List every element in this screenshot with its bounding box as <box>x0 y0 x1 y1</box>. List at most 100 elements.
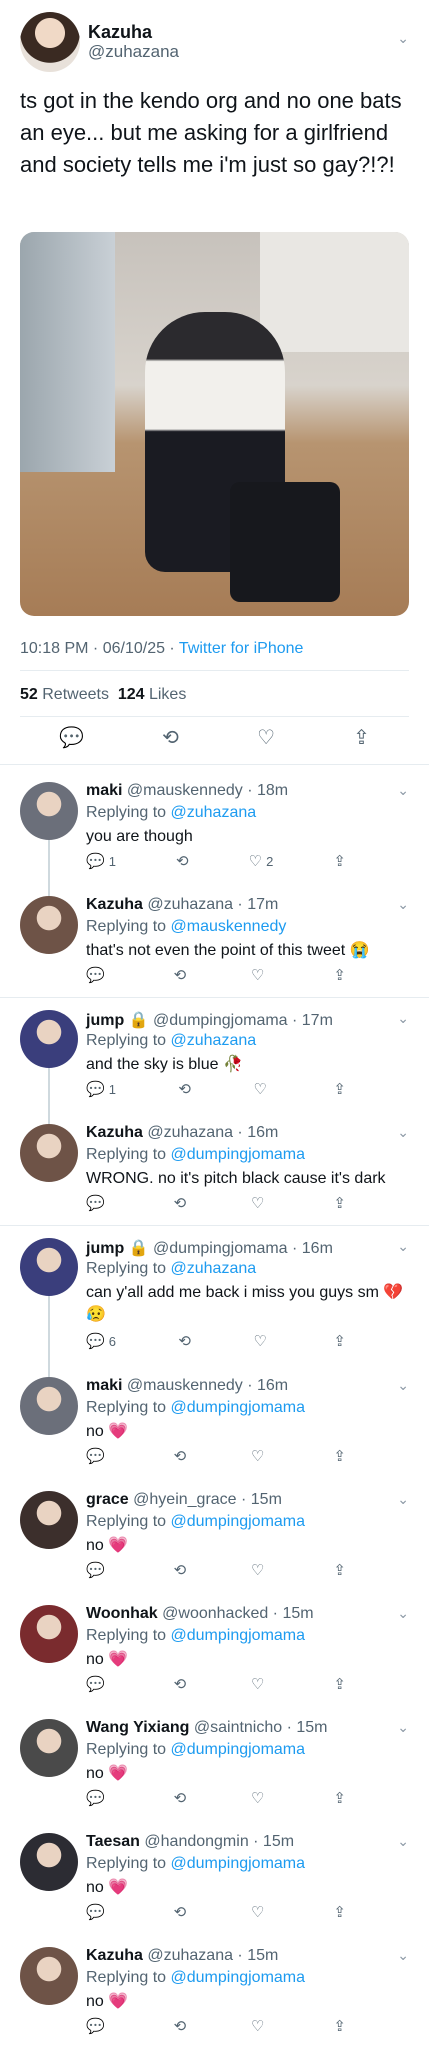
avatar[interactable] <box>20 1124 78 1182</box>
reply-author[interactable]: Kazuha @zuhazana · 15m <box>86 1947 278 1965</box>
reply-author-name[interactable]: Kazuha <box>86 1947 143 1964</box>
like-button[interactable]: ♡ <box>251 1905 268 1920</box>
reply-author[interactable]: Woonhak @woonhacked · 15m <box>86 1605 314 1623</box>
retweet-count[interactable]: 52 <box>20 686 38 703</box>
reply-button[interactable]: 💬 <box>86 1791 109 1806</box>
reply-author-name[interactable]: jump 🔒 <box>86 1240 149 1257</box>
replying-handle[interactable]: @dumpingjomama <box>171 1513 306 1530</box>
retweet-button[interactable]: ⟲ <box>176 854 189 869</box>
reply-author-name[interactable]: grace <box>86 1491 129 1508</box>
chevron-down-icon[interactable]: ⌄ <box>397 1605 409 1622</box>
avatar[interactable] <box>20 1377 78 1435</box>
chevron-down-icon[interactable]: ⌄ <box>397 1377 409 1394</box>
retweet-button[interactable]: ⟲ <box>178 1334 191 1349</box>
retweet-button[interactable]: ⟲ <box>174 968 187 983</box>
chevron-down-icon[interactable]: ⌄ <box>397 896 409 913</box>
reply-author-name[interactable]: maki <box>86 1377 122 1394</box>
reply-icon[interactable]: 💬 <box>59 728 84 748</box>
reply-author-name[interactable]: jump 🔒 <box>86 1012 149 1029</box>
replying-handle[interactable]: @mauskennedy <box>171 918 287 935</box>
reply-author[interactable]: jump 🔒 @dumpingjomama · 16m <box>86 1238 333 1258</box>
retweet-button[interactable]: ⟲ <box>178 1082 191 1097</box>
like-button[interactable]: ♡ <box>251 1677 268 1692</box>
share-button[interactable]: ⇪ <box>333 1082 346 1097</box>
chevron-down-icon[interactable]: ⌄ <box>397 1238 409 1255</box>
tweet-source[interactable]: Twitter for iPhone <box>179 640 304 657</box>
replying-handle[interactable]: @dumpingjomama <box>171 1855 306 1872</box>
chevron-down-icon[interactable]: ⌄ <box>397 1010 409 1027</box>
reply-button[interactable]: 💬 1 <box>86 1082 116 1097</box>
reply-author[interactable]: Taesan @handongmin · 15m <box>86 1833 294 1851</box>
chevron-down-icon[interactable]: ⌄ <box>397 1833 409 1850</box>
avatar[interactable] <box>20 1010 78 1068</box>
avatar[interactable] <box>20 896 78 954</box>
share-button[interactable]: ⇪ <box>333 968 346 983</box>
retweet-button[interactable]: ⟲ <box>174 1791 187 1806</box>
avatar[interactable] <box>20 1238 78 1296</box>
share-button[interactable]: ⇪ <box>333 2019 346 2034</box>
replying-handle[interactable]: @zuhazana <box>171 804 257 821</box>
reply-button[interactable]: 💬 6 <box>86 1334 116 1349</box>
share-button[interactable]: ⇪ <box>333 1563 346 1578</box>
reply-author-name[interactable]: maki <box>86 782 122 799</box>
like-count[interactable]: 124 <box>118 686 145 703</box>
reply-button[interactable]: 💬 <box>86 1563 109 1578</box>
tweet-photo[interactable] <box>20 232 409 616</box>
replying-handle[interactable]: @dumpingjomama <box>171 1146 306 1163</box>
reply-author-name[interactable]: Wang Yixiang <box>86 1719 189 1736</box>
retweet-button[interactable]: ⟲ <box>174 1449 187 1464</box>
reply-button[interactable]: 💬 <box>86 1449 109 1464</box>
author-name[interactable]: Kazuha <box>88 22 152 43</box>
replying-handle[interactable]: @zuhazana <box>171 1260 257 1277</box>
avatar[interactable] <box>20 1833 78 1891</box>
like-button[interactable]: ♡ <box>251 1563 268 1578</box>
retweet-button[interactable]: ⟲ <box>174 1196 187 1211</box>
share-button[interactable]: ⇪ <box>333 1677 346 1692</box>
replying-handle[interactable]: @dumpingjomama <box>171 1741 306 1758</box>
like-button[interactable]: ♡ <box>253 1334 270 1349</box>
author-handle[interactable]: @zuhazana <box>88 42 179 62</box>
replying-handle[interactable]: @dumpingjomama <box>171 1627 306 1644</box>
like-button[interactable]: ♡ <box>251 1449 268 1464</box>
reply-author-name[interactable]: Taesan <box>86 1833 140 1850</box>
reply-author[interactable]: jump 🔒 @dumpingjomama · 17m <box>86 1010 333 1030</box>
retweet-icon[interactable]: ⟲ <box>162 728 179 748</box>
reply-button[interactable]: 💬 <box>86 2019 109 2034</box>
reply-author[interactable]: maki @mauskennedy · 16m <box>86 1377 288 1395</box>
reply-author-name[interactable]: Kazuha <box>86 1124 143 1141</box>
chevron-down-icon[interactable]: ⌄ <box>397 1124 409 1141</box>
avatar[interactable] <box>20 12 80 72</box>
like-button[interactable]: ♡ <box>251 2019 268 2034</box>
like-button[interactable]: ♡ <box>253 1082 270 1097</box>
reply-author-name[interactable]: Woonhak <box>86 1605 158 1622</box>
replying-handle[interactable]: @zuhazana <box>171 1032 257 1049</box>
retweet-button[interactable]: ⟲ <box>174 1905 187 1920</box>
replying-handle[interactable]: @dumpingjomama <box>171 1399 306 1416</box>
share-button[interactable]: ⇪ <box>333 1791 346 1806</box>
like-button[interactable]: ♡ 2 <box>249 854 274 869</box>
replying-handle[interactable]: @dumpingjomama <box>171 1969 306 1986</box>
avatar[interactable] <box>20 1605 78 1663</box>
avatar[interactable] <box>20 1719 78 1777</box>
chevron-down-icon[interactable]: ⌄ <box>397 30 409 47</box>
like-button[interactable]: ♡ <box>251 1791 268 1806</box>
chevron-down-icon[interactable]: ⌄ <box>397 1947 409 1964</box>
reply-author-name[interactable]: Kazuha <box>86 896 143 913</box>
chevron-down-icon[interactable]: ⌄ <box>397 1719 409 1736</box>
share-icon[interactable]: ⇪ <box>353 728 370 748</box>
reply-author[interactable]: maki @mauskennedy · 18m <box>86 782 288 800</box>
reply-author[interactable]: Kazuha @zuhazana · 16m <box>86 1124 278 1142</box>
retweet-button[interactable]: ⟲ <box>174 2019 187 2034</box>
share-button[interactable]: ⇪ <box>333 1449 346 1464</box>
heart-icon[interactable]: ♡ <box>257 728 275 748</box>
reply-author[interactable]: grace @hyein_grace · 15m <box>86 1491 282 1509</box>
reply-button[interactable]: 💬 <box>86 1905 109 1920</box>
chevron-down-icon[interactable]: ⌄ <box>397 1491 409 1508</box>
reply-button[interactable]: 💬 <box>86 1196 109 1211</box>
avatar[interactable] <box>20 782 78 840</box>
chevron-down-icon[interactable]: ⌄ <box>397 782 409 799</box>
share-button[interactable]: ⇪ <box>333 1196 346 1211</box>
like-button[interactable]: ♡ <box>251 968 268 983</box>
like-button[interactable]: ♡ <box>251 1196 268 1211</box>
reply-author[interactable]: Wang Yixiang @saintnicho · 15m <box>86 1719 328 1737</box>
